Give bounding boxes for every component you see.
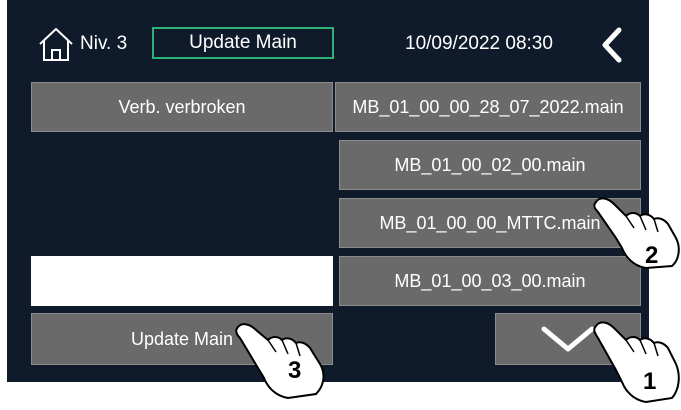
step-1-marker: 1 <box>643 368 657 395</box>
pointing-hand-icon <box>593 197 680 270</box>
file-item[interactable]: MB_01_00_02_00.main <box>339 140 641 190</box>
file-item[interactable]: MB_01_00_00_28_07_2022.main <box>335 82 641 132</box>
step-2-marker: 2 <box>645 242 659 269</box>
page-title-text: Update Main <box>189 32 297 53</box>
pointing-hand-icon <box>235 323 325 400</box>
access-level: Niv. 3 <box>80 33 128 54</box>
chevron-left-icon[interactable] <box>597 26 625 64</box>
home-icon[interactable] <box>37 26 75 62</box>
pointing-hand-icon <box>593 321 680 404</box>
step-3-marker: 3 <box>288 357 302 384</box>
connection-status-button[interactable]: Verb. verbroken <box>31 82 333 132</box>
file-item-label: MB_01_00_00_MTTC.main <box>379 212 601 233</box>
update-main-label: Update Main <box>130 328 234 349</box>
datetime-display: 10/09/2022 08:30 <box>405 33 553 54</box>
file-item-label: MB_01_00_02_00.main <box>394 154 586 175</box>
page-title: Update Main <box>152 27 334 59</box>
blank-field <box>31 256 333 306</box>
file-item-label: MB_01_00_00_28_07_2022.main <box>352 96 624 117</box>
connection-status-label: Verb. verbroken <box>118 96 246 117</box>
file-item-label: MB_01_00_03_00.main <box>394 270 586 291</box>
